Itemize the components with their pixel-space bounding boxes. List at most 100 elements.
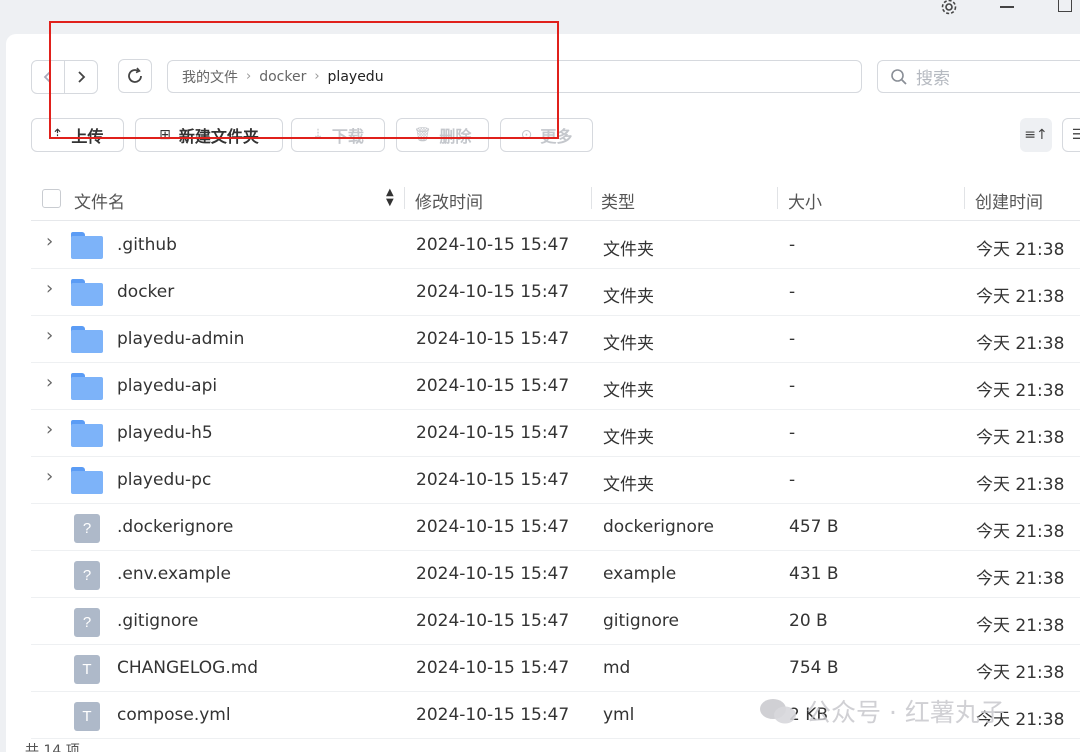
file-size: - [789, 376, 796, 396]
view-mode-button[interactable]: ☰ [1062, 118, 1080, 152]
modified-time: 2024-10-15 15:47 [416, 235, 570, 255]
created-time: 今天 21:38 [976, 240, 1065, 260]
wechat-icon [760, 699, 796, 724]
created-time: 今天 21:38 [976, 616, 1065, 636]
file-size: - [789, 282, 796, 302]
file-size: 754 B [789, 658, 839, 678]
table-row[interactable]: ? .gitignore 2024-10-15 15:47 gitignore 20 B… [31, 598, 1080, 645]
modified-time: 2024-10-15 15:47 [416, 658, 570, 678]
file-type: 文件夹 [603, 240, 654, 260]
modified-time: 2024-10-15 15:47 [416, 470, 570, 490]
folder-icon [71, 373, 103, 400]
created-time: 今天 21:38 [976, 428, 1065, 448]
search-placeholder: 搜索 [916, 69, 950, 89]
created-time: 今天 21:38 [976, 334, 1065, 354]
file-name: .gitignore [117, 611, 199, 631]
file-size: 20 B [789, 611, 828, 631]
folder-icon [71, 467, 103, 494]
column-divider[interactable] [964, 187, 965, 209]
table-row[interactable]: ? .env.example 2024-10-15 15:47 example 431 … [31, 551, 1080, 598]
unknown-file-icon: ? [74, 514, 100, 543]
column-divider[interactable] [777, 187, 778, 209]
column-header-name[interactable]: 文件名 [74, 188, 125, 213]
created-time: 今天 21:38 [976, 522, 1065, 542]
file-size: 457 B [789, 517, 839, 537]
file-type: 文件夹 [603, 475, 654, 495]
gear-icon[interactable] [940, 0, 958, 15]
column-divider[interactable] [591, 187, 592, 209]
text-file-icon: T [74, 655, 100, 684]
expand-chevron-icon[interactable]: › [46, 372, 53, 393]
file-type: 文件夹 [603, 428, 654, 448]
annotation-highlight-box [49, 21, 559, 139]
sort-icon[interactable]: ▲ ▼ [386, 188, 394, 208]
column-header-modified[interactable]: 修改时间 [415, 188, 483, 213]
file-type: gitignore [603, 611, 679, 631]
column-header-type[interactable]: 类型 [601, 188, 635, 213]
file-name: playedu-pc [117, 470, 212, 490]
table-row[interactable]: › playedu-h5 2024-10-15 15:47 文件夹 - 今天 21:38 [31, 410, 1080, 457]
expand-chevron-icon[interactable]: › [46, 466, 53, 487]
file-size: - [789, 423, 796, 443]
modified-time: 2024-10-15 15:47 [416, 329, 570, 349]
created-time: 今天 21:38 [976, 287, 1065, 307]
file-name: docker [117, 282, 175, 302]
file-name: .dockerignore [117, 517, 234, 537]
file-type: dockerignore [603, 517, 714, 537]
table-row[interactable]: › docker 2024-10-15 15:47 文件夹 - 今天 21:38 [31, 269, 1080, 316]
folder-icon [71, 232, 103, 259]
created-time: 今天 21:38 [976, 475, 1065, 495]
file-type: example [603, 564, 677, 584]
file-type: 文件夹 [603, 381, 654, 401]
column-header-size[interactable]: 大小 [788, 188, 822, 213]
modified-time: 2024-10-15 15:47 [416, 376, 570, 396]
folder-icon [71, 326, 103, 353]
file-size: - [789, 329, 796, 349]
table-row[interactable]: › .github 2024-10-15 15:47 文件夹 - 今天 21:38 [31, 222, 1080, 269]
table-row[interactable]: T CHANGELOG.md 2024-10-15 15:47 md 754 B 今天 2… [31, 645, 1080, 692]
text-file-icon: T [74, 702, 100, 731]
item-count: 共 14 项 [25, 743, 80, 752]
file-name: .github [117, 235, 177, 255]
unknown-file-icon: ? [74, 608, 100, 637]
column-divider[interactable] [404, 187, 405, 209]
list-view-icon: ☰ [1071, 127, 1080, 143]
created-time: 今天 21:38 [976, 569, 1065, 589]
search-input[interactable]: 搜索 [877, 60, 1080, 93]
table-row[interactable]: › playedu-api 2024-10-15 15:47 文件夹 - 今天 21:38 [31, 363, 1080, 410]
folder-icon [71, 279, 103, 306]
file-name: .env.example [117, 564, 231, 584]
table-row[interactable]: › playedu-admin 2024-10-15 15:47 文件夹 - 今天 21:… [31, 316, 1080, 363]
select-all-checkbox[interactable] [42, 189, 61, 208]
expand-chevron-icon[interactable]: › [46, 419, 53, 440]
expand-chevron-icon[interactable]: › [46, 278, 53, 299]
file-name: playedu-api [117, 376, 218, 396]
file-name: compose.yml [117, 705, 231, 725]
column-header-created[interactable]: 创建时间 [975, 188, 1043, 213]
modified-time: 2024-10-15 15:47 [416, 517, 570, 537]
expand-chevron-icon[interactable]: › [46, 231, 53, 252]
created-time: 今天 21:38 [976, 381, 1065, 401]
created-time: 今天 21:38 [976, 663, 1065, 683]
file-type: yml [603, 705, 635, 725]
unknown-file-icon: ? [74, 561, 100, 590]
modified-time: 2024-10-15 15:47 [416, 423, 570, 443]
file-name: playedu-admin [117, 329, 245, 349]
file-size: - [789, 235, 796, 255]
folder-icon [71, 420, 103, 447]
sort-button[interactable]: ≡↑ [1020, 118, 1052, 152]
search-icon [891, 68, 907, 85]
table-header: 文件名 ▲ ▼ 修改时间 类型 大小 创建时间 [31, 175, 1080, 221]
table-row[interactable]: › playedu-pc 2024-10-15 15:47 文件夹 - 今天 21:38 [31, 457, 1080, 504]
file-name: CHANGELOG.md [117, 658, 259, 678]
file-size: 431 B [789, 564, 839, 584]
expand-chevron-icon[interactable]: › [46, 325, 53, 346]
sort-order-icon: ≡↑ [1024, 127, 1048, 143]
file-name: playedu-h5 [117, 423, 213, 443]
minimize-icon[interactable] [1000, 6, 1014, 8]
modified-time: 2024-10-15 15:47 [416, 611, 570, 631]
maximize-icon[interactable] [1058, 0, 1072, 12]
modified-time: 2024-10-15 15:47 [416, 564, 570, 584]
watermark-text: 公众号 · 红薯丸子 [806, 698, 1005, 727]
table-row[interactable]: ? .dockerignore 2024-10-15 15:47 dockerigno… [31, 504, 1080, 551]
